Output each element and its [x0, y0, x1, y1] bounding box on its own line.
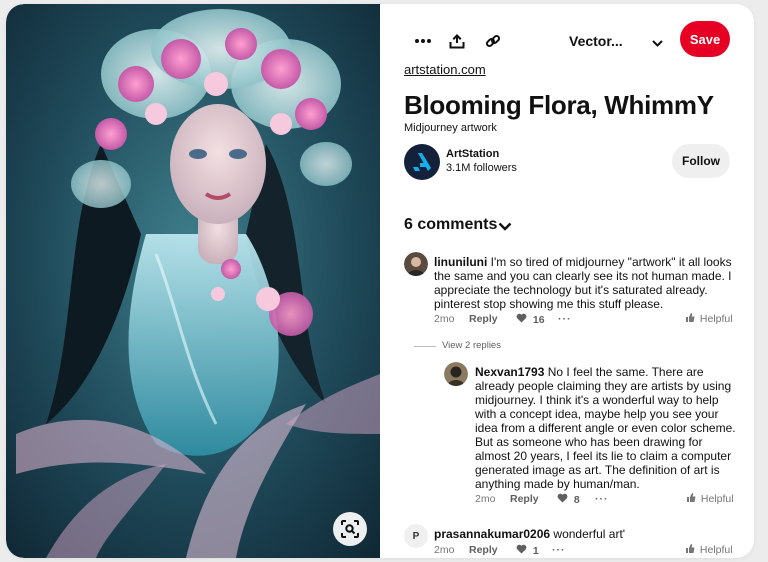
creator-followers: 3.1M followers — [446, 162, 517, 174]
visual-search-icon — [341, 520, 359, 538]
creator-avatar[interactable] — [404, 144, 440, 180]
comment-body: No I feel the same. There are already pe… — [475, 365, 736, 491]
comment-item: P prasannakumar0206 wonderful art' 2mo R… — [404, 524, 740, 558]
pin-title: Blooming Flora, WhimmY — [404, 90, 714, 120]
like-count: 1 — [532, 545, 539, 557]
more-options-button[interactable] — [409, 27, 437, 55]
comment-meta: 2mo Reply 16 ··· Helpful — [434, 313, 740, 327]
comment-time: 2mo — [434, 313, 455, 325]
avatar-initial: P — [404, 524, 428, 548]
follow-button[interactable]: Follow — [672, 144, 730, 178]
artstation-logo-icon — [413, 153, 431, 171]
comment-more-button[interactable]: ··· — [558, 313, 572, 325]
pin-image[interactable] — [6, 4, 380, 558]
thumbs-up-icon — [687, 493, 696, 502]
helpful-button[interactable]: Helpful — [686, 544, 733, 556]
helpful-button[interactable]: Helpful — [686, 313, 733, 325]
comment-time: 2mo — [475, 493, 496, 505]
pin-toolbar: Vector... Save — [380, 21, 754, 61]
link-icon — [485, 34, 501, 48]
commenter-avatar[interactable] — [444, 362, 468, 386]
artwork-illustration — [6, 4, 380, 558]
chevron-down-icon — [652, 34, 663, 50]
heart-icon — [557, 493, 568, 503]
divider — [414, 346, 436, 347]
comments-count: 6 comments — [404, 216, 498, 233]
comment-meta: 2mo Reply 1 ··· Helpful — [434, 544, 740, 558]
copy-link-button[interactable] — [479, 27, 507, 55]
save-button[interactable]: Save — [680, 21, 730, 57]
like-button[interactable]: 1 — [516, 544, 539, 557]
helpful-label: Helpful — [700, 493, 734, 505]
comment-text: prasannakumar0206 wonderful art' — [434, 527, 740, 541]
reply-button[interactable]: Reply — [469, 313, 498, 325]
reply-button[interactable]: Reply — [510, 493, 539, 505]
comment-author[interactable]: prasannakumar0206 — [434, 527, 550, 541]
comment-body: wonderful art' — [553, 527, 626, 541]
thumbs-up-icon — [686, 313, 695, 322]
view-replies-label: View 2 replies — [442, 340, 501, 351]
comment-time: 2mo — [434, 544, 455, 556]
board-dropdown[interactable]: Vector... — [569, 32, 671, 52]
comment-more-button[interactable]: ··· — [595, 493, 609, 505]
commenter-avatar[interactable] — [404, 252, 428, 276]
comment-item: linuniluni I'm so tired of midjourney "a… — [404, 252, 740, 328]
comment-text: linuniluni I'm so tired of midjourney "a… — [434, 255, 740, 311]
comments-toggle[interactable]: 6 comments — [404, 216, 512, 234]
like-count: 8 — [573, 494, 580, 506]
pin-closeup-card: Vector... Save artstation.com Blooming F… — [6, 4, 754, 558]
more-horizontal-icon — [415, 39, 431, 43]
like-button[interactable]: 16 — [516, 313, 545, 326]
heart-icon — [516, 313, 527, 323]
like-count: 16 — [532, 314, 545, 326]
pin-description: Midjourney artwork — [404, 122, 497, 134]
reply-item: Nexvan1793 No I feel the same. There are… — [444, 362, 740, 510]
pin-details-panel: Vector... Save artstation.com Blooming F… — [380, 4, 754, 558]
helpful-label: Helpful — [699, 313, 733, 325]
commenter-avatar[interactable]: P — [404, 524, 428, 548]
chevron-down-icon — [498, 218, 512, 236]
visual-search-button[interactable] — [333, 512, 367, 546]
reply-button[interactable]: Reply — [469, 544, 498, 556]
helpful-button[interactable]: Helpful — [687, 493, 734, 505]
heart-icon — [516, 544, 527, 554]
board-dropdown-label: Vector... — [569, 33, 623, 49]
source-link[interactable]: artstation.com — [404, 62, 486, 77]
share-upload-icon — [449, 34, 465, 49]
creator-row: ArtStation 3.1M followers Follow — [404, 144, 734, 186]
creator-name[interactable]: ArtStation — [446, 148, 499, 160]
comment-meta: 2mo Reply 8 ··· Helpful — [475, 493, 740, 507]
comment-author[interactable]: linuniluni — [434, 255, 487, 269]
thumbs-up-icon — [686, 544, 695, 553]
comment-text: Nexvan1793 No I feel the same. There are… — [475, 365, 740, 491]
helpful-label: Helpful — [699, 544, 733, 556]
comment-author[interactable]: Nexvan1793 — [475, 365, 544, 379]
share-button[interactable] — [443, 27, 471, 55]
like-button[interactable]: 8 — [557, 493, 580, 506]
comment-more-button[interactable]: ··· — [552, 544, 566, 556]
